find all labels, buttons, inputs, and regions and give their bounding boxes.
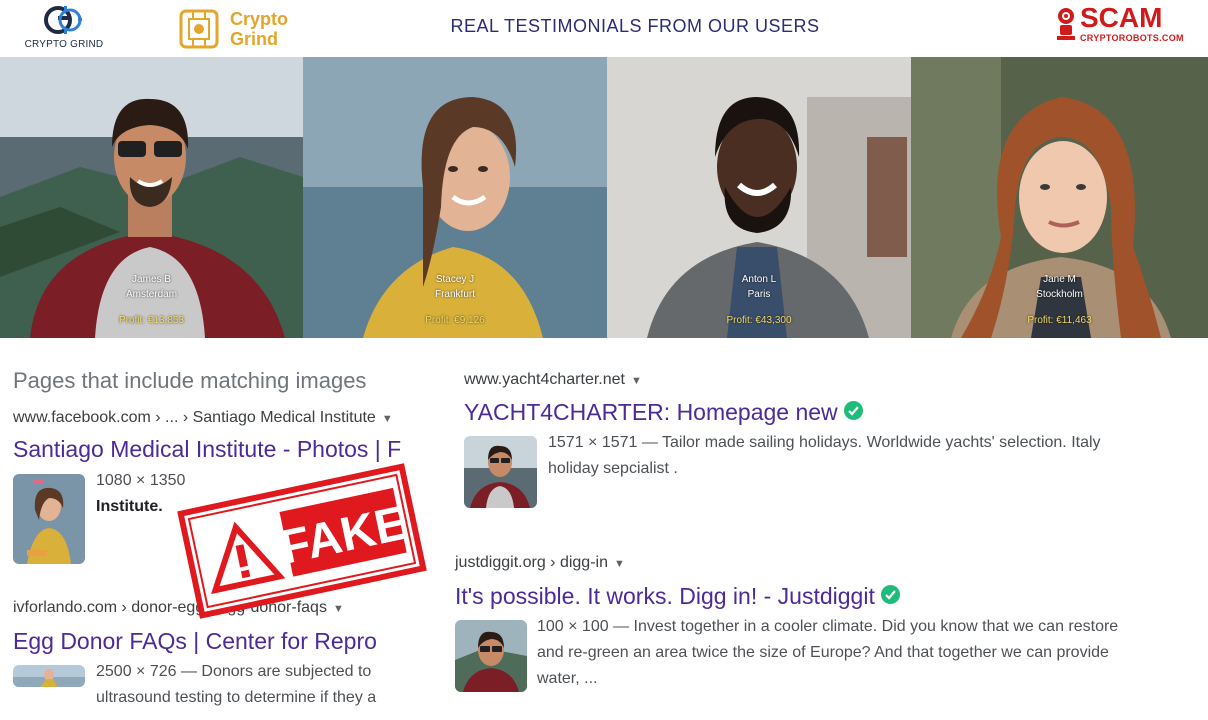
cg-logo-icon [44,6,82,34]
testimonial-profit: Profit: €11,463 [1027,315,1092,326]
result-snippet-line1: 100 × 100 — Invest together in a cooler … [537,618,1119,635]
snippet-bold: Institute. [96,498,163,515]
chevron-down-icon[interactable]: ▼ [631,375,642,387]
result-snippet-line2: and re-green an area twice the size of E… [537,644,1109,661]
breadcrumb-text: www.facebook.com › ... › Santiago Medica… [13,409,376,426]
robot-icon [1057,8,1075,40]
result-thumbnail[interactable] [13,474,85,564]
testimonial-name: James B [132,274,171,285]
result-breadcrumb[interactable]: justdiggit.org › digg-in ▼ [455,554,625,572]
chip-icon [179,9,219,49]
result-title-link[interactable]: It's possible. It works. Digg in! - Just… [455,583,900,610]
result-thumbnail[interactable] [455,620,527,692]
testimonial-profit: Profit: €9,126 [425,315,485,326]
chevron-down-icon[interactable]: ▼ [614,558,625,570]
crypto-grind-logo: CRYPTO GRIND [22,4,106,54]
testimonial-city: Frankfurt [434,289,475,300]
thumbnail-image [455,620,527,692]
result-title-text: YACHT4CHARTER: Homepage new [464,399,838,425]
chevron-down-icon[interactable]: ▼ [382,413,393,425]
testimonial-city: Stockholm [1036,289,1083,300]
header-bar: CRYPTO GRIND Crypto Grind REAL TESTIMONI… [0,0,1208,56]
result-snippet-line1: 1571 × 1571 — Tailor made sailing holida… [548,434,1101,451]
section-heading: Pages that include matching images [13,368,367,393]
testimonial-name: Anton L [741,274,777,285]
testimonial-profit: Profit: €13,853 [118,315,185,326]
testimonial-card: Stacey J Frankfurt Profit: €9,126 [303,57,607,338]
scam-cryptorobots-logo: SCAM CRYPTOROBOTS.COM [1050,2,1202,48]
scam-logo-text: SCAM [1080,2,1163,33]
page: CRYPTO GRIND Crypto Grind REAL TESTIMONI… [0,0,1208,720]
result-snippet: Institute. [96,494,163,520]
breadcrumb-text: www.yacht4charter.net [464,371,625,388]
testimonial-name: Stacey J [435,274,475,285]
testimonial-name: Jane M [1043,274,1076,285]
testimonial-card: Anton L Paris Profit: €43,300 [607,57,911,338]
scam-logo-domain: CRYPTOROBOTS.COM [1080,33,1184,43]
page-title: REAL TESTIMONIALS FROM OUR USERS [450,16,820,36]
result-title-text: It's possible. It works. Digg in! - Just… [455,583,875,609]
verified-check-icon [843,401,863,421]
result-breadcrumb[interactable]: www.facebook.com › ... › Santiago Medica… [13,409,393,427]
verified-check-icon [880,585,900,605]
result-thumbnail[interactable] [13,665,85,687]
testimonial-strip: James B Amsterdam Profit: €13,853 Stacey… [0,57,1208,338]
result-thumbnail[interactable] [464,436,537,508]
result-title-link[interactable]: YACHT4CHARTER: Homepage new [464,399,863,426]
testimonial-card: Jane M Stockholm Profit: €11,463 [911,57,1208,338]
result-snippet-line3: water, ... [537,670,598,687]
testimonial-city: Amsterdam [125,289,178,300]
chip-logo-line2: Grind [230,29,278,49]
thumbnail-image [464,436,537,508]
result-snippet: ultrasound testing to determine if they … [96,689,377,706]
results-column-right: www.yacht4charter.net ▼ YACHT4CHARTER: Ho… [455,340,1195,720]
breadcrumb-text: justdiggit.org › digg-in [455,554,608,571]
result-title-link[interactable]: Egg Donor FAQs | Center for Repro [13,628,377,655]
thumbnail-image [13,474,85,564]
result-breadcrumb[interactable]: ivforlando.com › donor-egg › egg-donor-f… [13,599,344,617]
result-snippet-line2: holiday sepcialist . [548,460,678,477]
testimonial-profit: Profit: €43,300 [726,315,792,326]
crypto-grind-chip-logo: Crypto Grind [176,6,288,52]
crypto-grind-logo-text: CRYPTO GRIND [24,39,104,50]
result-dimensions: 2500 × 726 — Donors are subjected to [96,663,372,680]
chip-logo-line1: Crypto [230,9,288,29]
result-breadcrumb[interactable]: www.yacht4charter.net ▼ [464,371,642,389]
testimonial-card: James B Amsterdam Profit: €13,853 [0,57,303,338]
thumbnail-image [13,665,85,687]
testimonial-city: Paris [747,289,771,300]
chevron-down-icon[interactable]: ▼ [333,603,344,615]
result-title-link[interactable]: Santiago Medical Institute - Photos | F [13,436,401,463]
result-dimensions: 1080 × 1350 [96,472,186,489]
